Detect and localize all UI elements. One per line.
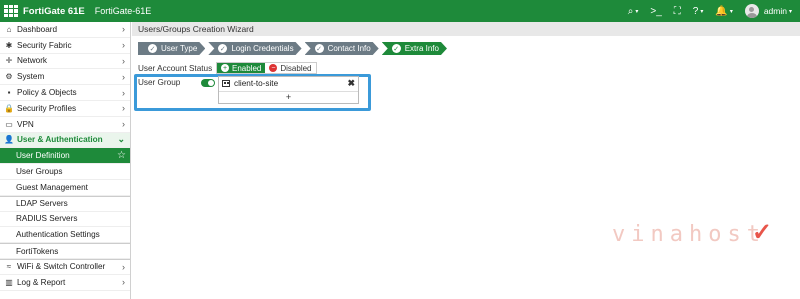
main-content: Users/Groups Creation Wizard ✓ User Type … [132,22,800,299]
top-bar: FortiGate 61E FortiGate-61E ⌕ ▾ >_ ⛶ ? ▾ 🔔… [0,0,800,22]
fabric-icon: ✱ [5,40,13,50]
user-account-status-row: User Account Status + Enabled − Disabled [138,62,317,74]
user-menu[interactable]: admin ▾ [744,4,792,18]
help-icon[interactable]: ? ▾ [693,6,704,17]
status-toggle: + Enabled − Disabled [216,62,317,74]
wizard-step-login-credentials[interactable]: ✓ Login Credentials [208,42,301,55]
policy-icon: ▪ [7,88,11,98]
sidebar-item-fortitokens[interactable]: FortiTokens [0,243,130,259]
network-icon: ✛ [5,56,13,66]
sidebar-item-guest-management[interactable]: Guest Management [0,180,130,196]
wizard-steps: ✓ User Type ✓ Login Credentials ✓ Contact I… [138,42,800,55]
chevron-right-icon: › [122,55,125,66]
chevron-right-icon: › [122,119,125,130]
hostname: FortiGate-61E [94,6,152,16]
star-icon[interactable]: ☆ [117,150,126,161]
plus-circle-icon: + [221,64,229,72]
user-group-label: User Group [138,78,181,87]
username: admin [763,6,787,16]
dashboard-icon: ⌂ [6,24,12,34]
sidebar-item-ldap-servers[interactable]: LDAP Servers [0,195,130,212]
chevron-right-icon: › [122,24,125,35]
check-icon: ✓ [219,45,226,53]
terminal-icon[interactable]: >_ [650,6,661,17]
sidebar-item-user-definition[interactable]: User Definition ☆ [0,148,130,165]
group-icon [222,80,230,87]
sidebar-item-security-fabric[interactable]: ✱ Security Fabric › [0,38,130,54]
wizard-step-contact-info[interactable]: ✓ Contact Info [305,42,379,55]
sidebar-item-policy-objects[interactable]: ▪ Policy & Objects › [0,85,130,101]
sidebar-item-security-profiles[interactable]: 🔒 Security Profiles › [0,101,130,117]
sidebar-item-radius-servers[interactable]: RADIUS Servers [0,212,130,228]
chevron-right-icon: › [122,103,125,114]
vpn-icon: ▭ [5,119,13,129]
status-label: User Account Status [138,63,213,73]
sidebar-item-system[interactable]: ⚙ System › [0,69,130,86]
check-icon: ✓ [393,45,400,53]
sidebar-item-wifi-switch[interactable]: ≈ WiFi & Switch Controller › [0,258,130,275]
check-mark-icon: ✓ [752,219,773,246]
wizard-step-user-type[interactable]: ✓ User Type [138,42,205,55]
avatar [744,4,759,18]
gear-icon: ⚙ [5,72,13,82]
page-title: Users/Groups Creation Wizard [132,22,800,36]
bell-icon[interactable]: 🔔 ▾ [715,6,732,17]
chevron-right-icon: › [122,40,125,51]
wizard-step-extra-info[interactable]: ✓ Extra Info [382,42,447,55]
search-icon[interactable]: ⌕ ▾ [628,6,639,17]
sidebar: ⌂ Dashboard › ✱ Security Fabric › ✛ Network › … [0,22,131,299]
close-icon[interactable]: ✖ [347,78,355,89]
report-icon: ▥ [5,277,13,287]
user-icon: 👤 [4,135,14,145]
check-icon: ✓ [149,45,156,53]
chevron-right-icon: › [122,261,125,272]
sidebar-item-user-groups[interactable]: User Groups [0,164,130,180]
sidebar-item-log-report[interactable]: ▥ Log & Report › [0,275,130,291]
chevron-down-icon: ⌄ [117,134,125,145]
wifi-icon: ≈ [6,262,12,272]
user-group-field[interactable]: client-to-site ✖ + [218,76,359,104]
sidebar-item-user-authentication[interactable]: 👤 User & Authentication ⌄ [0,132,130,149]
sidebar-item-network[interactable]: ✛ Network › [0,54,130,70]
group-entry-name: client-to-site [234,79,279,88]
user-group-toggle[interactable] [201,79,215,87]
device-model: FortiGate 61E [23,5,85,17]
sidebar-item-vpn[interactable]: ▭ VPN › [0,117,130,133]
enabled-button[interactable]: + Enabled [217,63,266,73]
sidebar-item-dashboard[interactable]: ⌂ Dashboard › [0,22,130,38]
add-group-button[interactable]: + [219,91,358,104]
minus-circle-icon: − [269,64,278,72]
check-icon: ✓ [316,45,323,53]
chevron-right-icon: › [122,277,125,288]
fortinet-logo[interactable]: FortiGate 61E [4,5,85,17]
sidebar-item-authentication-settings[interactable]: Authentication Settings [0,227,130,244]
group-entry: client-to-site [222,79,278,88]
logo-icon [4,5,18,17]
disabled-button[interactable]: − Disabled [265,63,316,73]
watermark-text: vinahost [612,222,766,247]
chevron-right-icon: › [122,87,125,98]
chevron-right-icon: › [122,71,125,82]
lock-icon: 🔒 [4,103,14,113]
fullscreen-icon[interactable]: ⛶ [674,6,681,17]
